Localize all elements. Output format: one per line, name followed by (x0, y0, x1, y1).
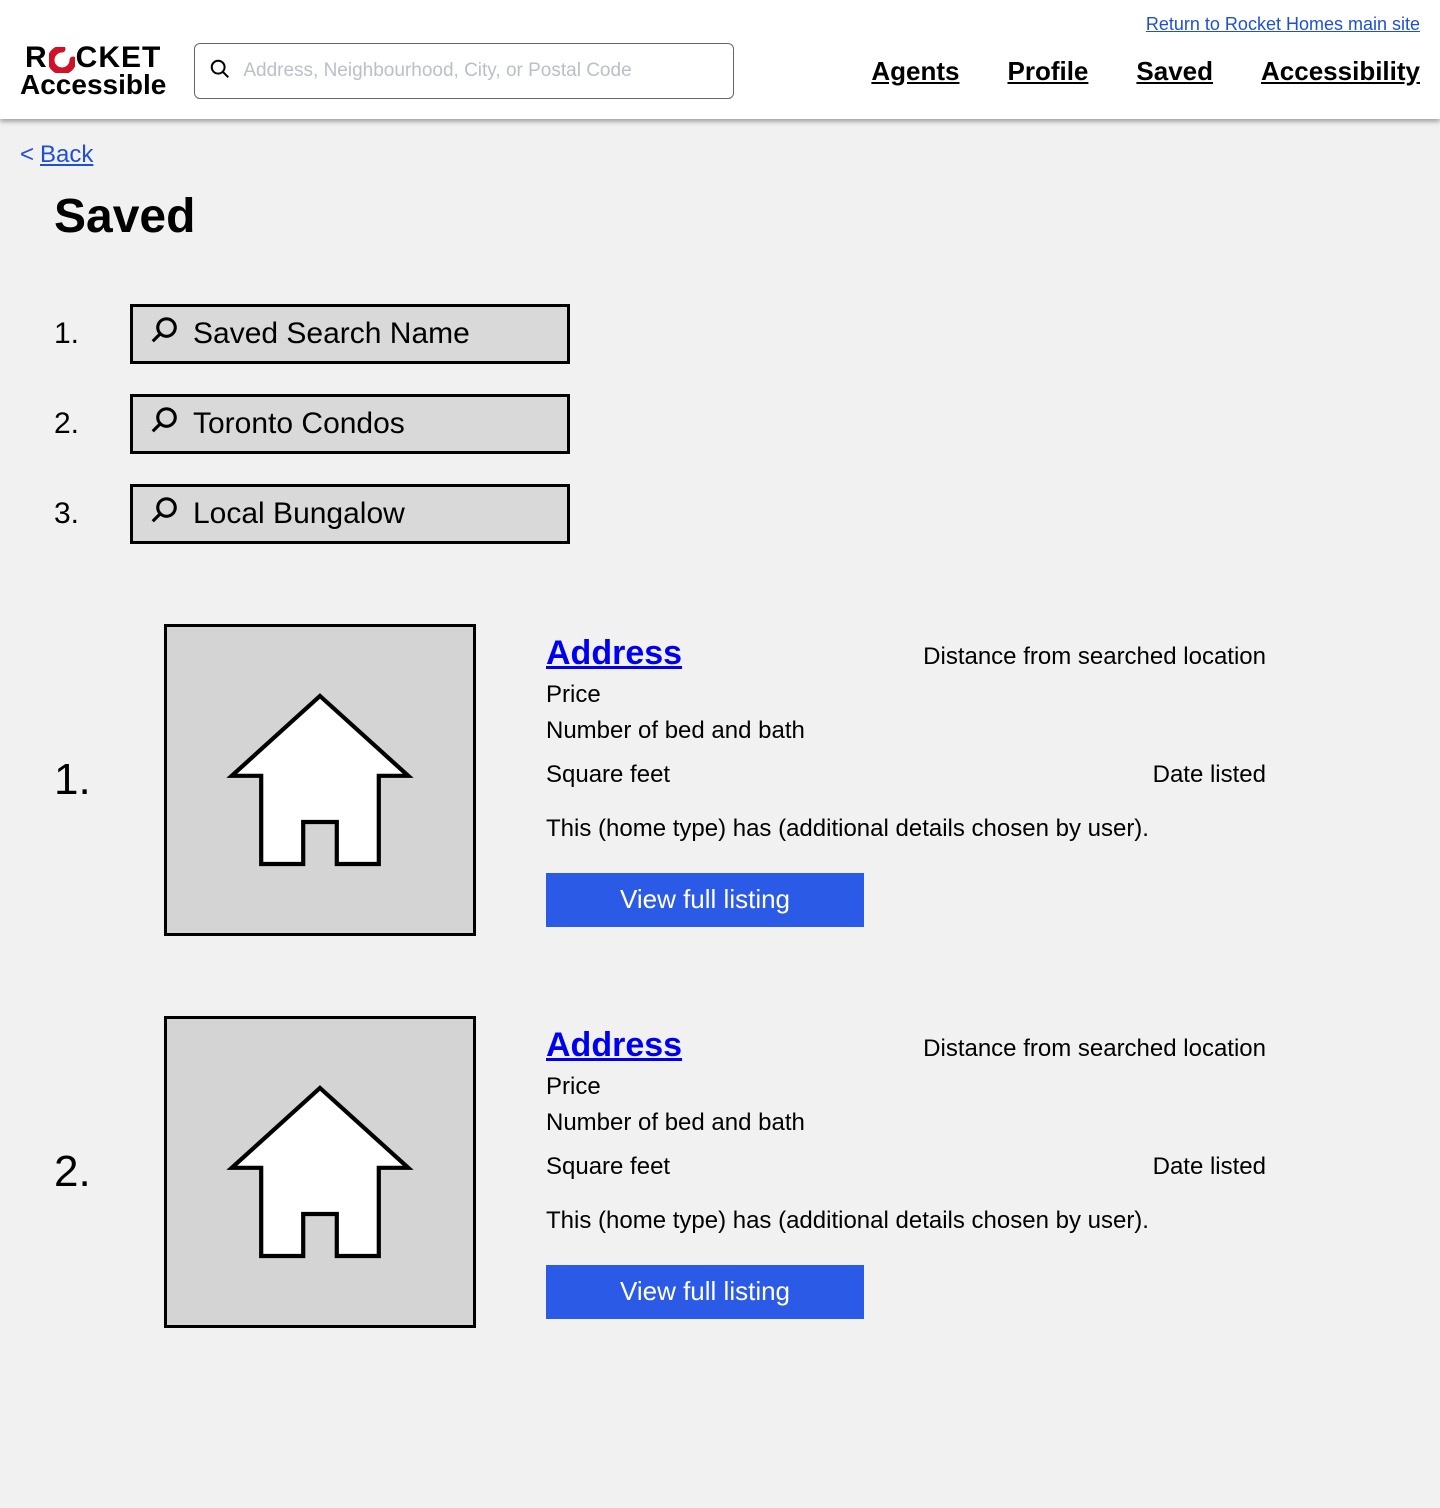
saved-search-row: 2. Toronto Condos (54, 394, 1420, 454)
magnifier-icon (149, 405, 179, 443)
logo-subtext: Accessible (20, 71, 166, 99)
magnifier-icon (149, 315, 179, 353)
listing-description: This (home type) has (additional details… (546, 815, 1266, 843)
nav-profile[interactable]: Profile (1007, 56, 1088, 87)
listing-address-link[interactable]: Address (546, 1026, 682, 1065)
listing-sqft: Square feet (546, 1153, 670, 1181)
listing-date: Date listed (1153, 761, 1266, 789)
page-title: Saved (54, 189, 1420, 244)
nav-saved[interactable]: Saved (1136, 56, 1213, 87)
listing-description: This (home type) has (additional details… (546, 1207, 1266, 1235)
back-chevron: < (20, 141, 34, 169)
back-link[interactable]: < Back (20, 141, 93, 169)
listing-thumbnail[interactable] (164, 1016, 476, 1328)
listing-sqft: Square feet (546, 761, 670, 789)
app-header: Return to Rocket Homes main site R CKET … (0, 0, 1440, 119)
back-label[interactable]: Back (40, 141, 93, 169)
return-main-site-link[interactable]: Return to Rocket Homes main site (1146, 14, 1420, 34)
view-listing-button[interactable]: View full listing (546, 1265, 864, 1319)
list-number: 2. (54, 407, 90, 441)
listing-details: Address Distance from searched location … (546, 1026, 1266, 1319)
listing-address-link[interactable]: Address (546, 634, 682, 673)
listing-bed-bath: Number of bed and bath (546, 717, 1266, 745)
saved-search-label: Toronto Condos (193, 407, 405, 441)
saved-search-button[interactable]: Toronto Condos (130, 394, 570, 454)
listing-price: Price (546, 1073, 1266, 1101)
saved-search-label: Saved Search Name (193, 317, 470, 351)
saved-search-row: 1. Saved Search Name (54, 304, 1420, 364)
nav-agents[interactable]: Agents (871, 56, 959, 87)
list-number: 3. (54, 497, 90, 531)
listing-details: Address Distance from searched location … (546, 634, 1266, 927)
list-number: 2. (54, 1147, 94, 1197)
listing-price: Price (546, 681, 1266, 709)
view-listing-button[interactable]: View full listing (546, 873, 864, 927)
search-container (194, 43, 734, 99)
saved-search-label: Local Bungalow (193, 497, 405, 531)
list-number: 1. (54, 755, 94, 805)
search-icon (209, 58, 231, 85)
listing-bed-bath: Number of bed and bath (546, 1109, 1266, 1137)
logo-o-icon (49, 47, 75, 73)
saved-search-button[interactable]: Local Bungalow (130, 484, 570, 544)
listing-row: 1. Address Distance from searched locati… (54, 624, 1420, 936)
magnifier-icon (149, 495, 179, 533)
house-icon (215, 1067, 425, 1277)
listing-distance: Distance from searched location (923, 1035, 1266, 1063)
main-nav: Agents Profile Saved Accessibility (871, 56, 1420, 87)
saved-search-row: 3. Local Bungalow (54, 484, 1420, 544)
saved-search-button[interactable]: Saved Search Name (130, 304, 570, 364)
saved-searches-list: 1. Saved Search Name 2. (54, 304, 1420, 544)
list-number: 1. (54, 317, 90, 351)
house-icon (215, 675, 425, 885)
nav-accessibility[interactable]: Accessibility (1261, 56, 1420, 87)
logo[interactable]: R CKET Accessible (20, 43, 166, 99)
listing-distance: Distance from searched location (923, 643, 1266, 671)
search-input[interactable] (243, 60, 719, 82)
saved-listings: 1. Address Distance from searched locati… (54, 624, 1420, 1328)
listing-row: 2. Address Distance from searched locati… (54, 1016, 1420, 1328)
listing-thumbnail[interactable] (164, 624, 476, 936)
listing-date: Date listed (1153, 1153, 1266, 1181)
